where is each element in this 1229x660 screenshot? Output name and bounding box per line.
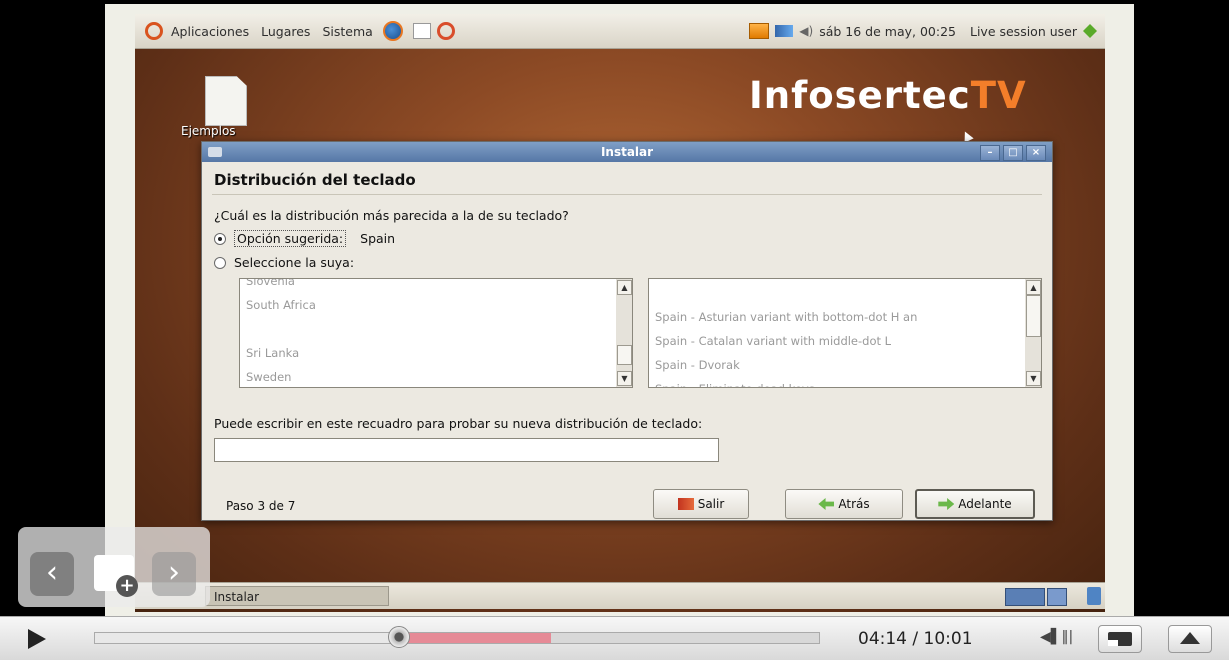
forward-button[interactable]: Adelante (915, 489, 1035, 519)
mini-player-icon (1108, 632, 1132, 646)
scroll-thumb[interactable] (1026, 295, 1041, 337)
menu-system[interactable]: Sistema (322, 24, 372, 39)
list-item[interactable]: South Africa (240, 293, 632, 317)
radio-suggested[interactable] (214, 232, 226, 245)
scroll-down-icon[interactable]: ▼ (617, 371, 632, 386)
list-item[interactable]: Sri Lanka (240, 341, 632, 365)
help-icon[interactable] (436, 22, 455, 40)
network-icon[interactable] (775, 25, 794, 37)
mini-player-button[interactable] (1098, 625, 1142, 653)
minimize-icon[interactable]: – (980, 145, 1000, 161)
expand-icon (1180, 632, 1200, 644)
system-tray: ◀) sáb 16 de may, 00:25 Live session use… (749, 14, 1105, 48)
variant-list[interactable]: Spain - Asturian variant with bottom-dot… (648, 278, 1042, 388)
scroll-up-icon[interactable]: ▲ (617, 280, 632, 295)
arrow-left-icon (818, 498, 835, 510)
workspace-switcher-2[interactable] (1047, 588, 1067, 606)
previous-icon[interactable]: ‹ (30, 552, 74, 596)
folder-icon[interactable] (205, 76, 247, 126)
taskbar-item[interactable]: Instalar (205, 586, 389, 606)
radio-choose[interactable] (214, 256, 226, 269)
seek-played (95, 633, 400, 643)
list-item[interactable] (240, 317, 632, 341)
close-icon[interactable]: × (1026, 145, 1046, 161)
player-controls: 04:14 / 10:01 ◀▌‖| (0, 616, 1229, 660)
country-scrollbar[interactable]: ▲ ▼ (616, 279, 632, 387)
window-menu-icon[interactable] (208, 147, 222, 157)
list-item[interactable] (649, 281, 1041, 305)
clock[interactable]: sáb 16 de may, 00:25 (819, 24, 956, 39)
top-panel: Aplicaciones Lugares Sistema ◀) sáb 16 d… (135, 14, 1105, 49)
seek-buffered (399, 633, 552, 643)
list-item[interactable]: Spain - Dvorak (649, 353, 1041, 377)
trash-icon[interactable] (1087, 587, 1101, 605)
back-button[interactable]: Atrás (785, 489, 903, 519)
bottom-panel: Instalar (135, 582, 1105, 609)
list-item[interactable]: Slovenia (240, 279, 632, 293)
ubuntu-desktop: Aplicaciones Lugares Sistema ◀) sáb 16 d… (135, 14, 1105, 612)
variant-scrollbar[interactable]: ▲ ▼ (1025, 279, 1041, 387)
test-prompt: Puede escribir en este recuadro para pro… (214, 416, 703, 431)
volume-icon[interactable]: ◀) (799, 24, 813, 38)
video-player: Aplicaciones Lugares Sistema ◀) sáb 16 d… (0, 0, 1229, 660)
seek-handle[interactable] (388, 626, 411, 648)
mail-icon[interactable] (412, 23, 431, 39)
menu-applications[interactable]: Aplicaciones (171, 24, 249, 39)
scroll-up-icon[interactable]: ▲ (1026, 280, 1041, 295)
keyboard-test-input[interactable] (214, 438, 719, 462)
next-icon[interactable]: › (152, 552, 196, 596)
session-user[interactable]: Live session user (970, 24, 1077, 39)
menu-places[interactable]: Lugares (261, 24, 310, 39)
quit-icon[interactable] (1083, 24, 1097, 38)
list-item[interactable]: Sweden (240, 365, 632, 387)
suggested-label: Opción sugerida: (234, 230, 347, 247)
maximize-icon[interactable]: □ (1003, 145, 1023, 161)
volume-icon[interactable]: ◀▌‖| (1040, 629, 1073, 645)
time-display: 04:14 / 10:01 (858, 629, 973, 649)
installer-dialog: Instalar – □ × Distribución del teclado … (201, 141, 1053, 521)
brand-watermark: InfosertecTV (749, 74, 1027, 117)
choose-option[interactable]: Seleccione la suya: (214, 255, 354, 270)
scroll-thumb[interactable] (617, 345, 632, 365)
divider (212, 194, 1042, 195)
expand-button[interactable] (1168, 625, 1212, 653)
suggested-option[interactable]: Opción sugerida: Spain (214, 230, 395, 247)
ubuntu-logo-icon[interactable] (145, 22, 163, 40)
step-indicator: Paso 3 de 7 (226, 499, 296, 513)
quit-button[interactable]: Salir (653, 489, 749, 519)
suggested-value: Spain (360, 231, 396, 246)
scroll-down-icon[interactable]: ▼ (1026, 371, 1041, 386)
video-frame[interactable]: Aplicaciones Lugares Sistema ◀) sáb 16 d… (105, 4, 1134, 616)
notification-icon[interactable] (749, 23, 770, 39)
exit-icon (677, 498, 694, 510)
question-text: ¿Cuál es la distribución más parecida a … (214, 208, 569, 223)
workspace-switcher[interactable] (1005, 588, 1045, 606)
seek-bar[interactable] (94, 626, 820, 648)
dialog-titlebar[interactable]: Instalar – □ × (202, 142, 1052, 162)
list-item[interactable]: Spain - Catalan variant with middle-dot … (649, 329, 1041, 353)
arrow-right-icon (938, 498, 955, 510)
desktop-icon-label[interactable]: Ejemplos (181, 124, 236, 138)
choose-label: Seleccione la suya: (234, 255, 355, 270)
dialog-title: Instalar (600, 145, 654, 159)
country-list[interactable]: Slovenia South Africa Sri Lanka Sweden ▲… (239, 278, 633, 388)
page-title: Distribución del teclado (214, 171, 416, 189)
firefox-icon[interactable] (382, 21, 403, 41)
play-icon[interactable] (28, 629, 46, 649)
list-item[interactable]: Spain - Eliminate dead keys (649, 377, 1041, 387)
list-item[interactable]: Spain - Asturian variant with bottom-dot… (649, 305, 1041, 329)
add-slide-icon[interactable] (94, 555, 138, 597)
